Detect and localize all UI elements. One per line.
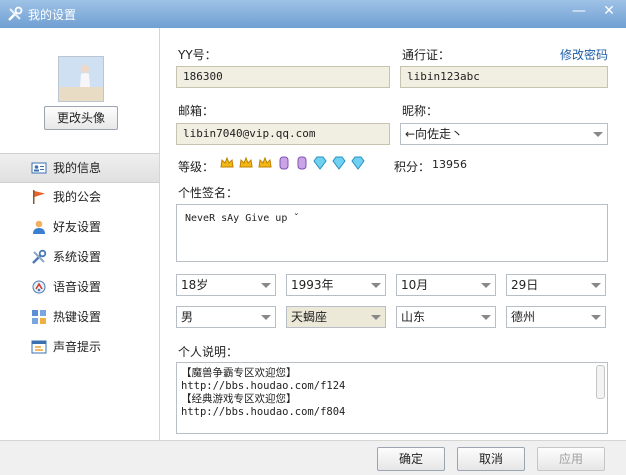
passport-field: libin123abc — [400, 66, 608, 88]
window-title: 我的设置 — [28, 8, 77, 22]
chevron-down-icon[interactable] — [481, 315, 491, 320]
chevron-down-icon[interactable] — [371, 283, 381, 288]
description-input[interactable]: 【魔兽争霸专区欢迎您】 http://bbs.houdao.com/f124 【… — [176, 362, 608, 434]
apply-button[interactable]: 应用 — [537, 447, 605, 471]
ok-button[interactable]: 确定 — [377, 447, 445, 471]
city-select[interactable]: 德州 — [506, 306, 606, 328]
sidebar-item-label: 系统设置 — [53, 250, 102, 264]
hotkey-icon — [32, 310, 46, 324]
province-value: 山东 — [401, 310, 426, 324]
diamond-icon — [332, 156, 346, 170]
sidebar-item-label: 热键设置 — [53, 310, 102, 324]
email-label: 邮箱： — [178, 104, 215, 118]
nickname-label: 昵称： — [402, 104, 439, 118]
birth-year-value: 1993年 — [291, 278, 334, 292]
birth-month-value: 10月 — [401, 278, 429, 292]
change-password-link[interactable]: 修改密码 — [560, 46, 608, 63]
settings-tools-icon — [8, 6, 23, 21]
crown-icon — [220, 156, 234, 168]
city-value: 德州 — [511, 310, 536, 324]
description-line: 【经典游戏专区欢迎您】 — [181, 393, 297, 405]
chevron-down-icon[interactable] — [591, 283, 601, 288]
avatar-image — [59, 57, 103, 101]
chevron-down-icon[interactable] — [593, 132, 603, 137]
passport-label: 通行证： — [402, 48, 451, 62]
signature-value: NeveR sAy Give up ˇ — [185, 213, 300, 224]
birth-day-value: 29日 — [511, 278, 539, 292]
description-text: 【魔兽争霸专区欢迎您】 http://bbs.houdao.com/f124 【… — [181, 367, 345, 419]
purple-gem-icon — [297, 156, 307, 170]
avatar — [58, 56, 104, 102]
description-label: 个人说明： — [178, 345, 239, 359]
description-line: http://bbs.houdao.com/f124 — [181, 380, 346, 392]
chevron-down-icon[interactable] — [591, 315, 601, 320]
age-value: 18岁 — [181, 278, 209, 292]
friend-icon — [33, 220, 45, 234]
diamond-icon — [351, 156, 365, 170]
sidebar-item-my-info[interactable]: 我的信息 — [0, 153, 159, 183]
voice-icon — [32, 280, 46, 294]
diamond-icon — [313, 156, 327, 170]
sidebar-item-my-guild[interactable]: 我的公会 — [0, 183, 159, 211]
sidebar-item-hotkey-settings[interactable]: 热键设置 — [0, 303, 159, 331]
flag-icon — [33, 190, 45, 204]
province-select[interactable]: 山东 — [396, 306, 496, 328]
birth-day-select[interactable]: 29日 — [506, 274, 606, 296]
gender-select[interactable]: 男 — [176, 306, 276, 328]
age-select[interactable]: 18岁 — [176, 274, 276, 296]
sidebar: 更改头像 我的信息 我的公会 好友设置 系统设置 语音设置 热键设置 声音提示 — [0, 28, 160, 440]
chevron-down-icon — [371, 315, 381, 320]
sidebar-item-voice-settings[interactable]: 语音设置 — [0, 273, 159, 301]
zodiac-select: 天蝎座 — [286, 306, 386, 328]
gender-value: 男 — [181, 310, 194, 324]
zodiac-value: 天蝎座 — [291, 310, 328, 324]
yy-number-label: YY号： — [178, 48, 217, 62]
sidebar-item-label: 我的公会 — [53, 190, 102, 204]
nickname-value: ←向佐走丶 — [405, 127, 464, 141]
birth-year-select[interactable]: 1993年 — [286, 274, 386, 296]
email-field: libin7040@vip.qq.com — [176, 123, 390, 145]
profile-card-icon — [31, 162, 47, 174]
sidebar-item-label: 语音设置 — [53, 280, 102, 294]
scrollbar-thumb[interactable] — [596, 365, 605, 399]
yy-number-field: 186300 — [176, 66, 390, 88]
level-label: 等级： — [178, 160, 215, 174]
crown-icon — [239, 156, 253, 168]
chevron-down-icon[interactable] — [261, 283, 271, 288]
sidebar-item-friend-settings[interactable]: 好友设置 — [0, 213, 159, 241]
tools-icon — [32, 249, 47, 264]
button-bar: 确定 取消 应用 — [0, 440, 626, 475]
nickname-input[interactable]: ←向佐走丶 — [400, 123, 608, 145]
birth-month-select[interactable]: 10月 — [396, 274, 496, 296]
sidebar-item-label: 我的信息 — [53, 161, 102, 175]
signature-label: 个性签名： — [178, 186, 239, 200]
close-button[interactable]: ✕ — [595, 0, 623, 22]
sidebar-item-sound-prompt[interactable]: 声音提示 — [0, 333, 159, 361]
crown-icon — [258, 156, 272, 168]
chevron-down-icon[interactable] — [481, 283, 491, 288]
chevron-down-icon[interactable] — [261, 315, 271, 320]
sidebar-item-label: 好友设置 — [53, 220, 102, 234]
sidebar-item-label: 声音提示 — [53, 340, 102, 354]
purple-gem-icon — [279, 156, 289, 170]
change-avatar-button[interactable]: 更改头像 — [44, 106, 118, 130]
minimize-button[interactable]: — — [565, 0, 593, 22]
points-label: 积分： — [394, 160, 431, 174]
title-bar: 我的设置 — ✕ — [0, 0, 626, 28]
points-value: 13956 — [432, 158, 467, 171]
cancel-button[interactable]: 取消 — [457, 447, 525, 471]
signature-input[interactable]: NeveR sAy Give up ˇ — [176, 204, 608, 262]
description-line: 【魔兽争霸专区欢迎您】 — [181, 367, 297, 379]
sidebar-item-system-settings[interactable]: 系统设置 — [0, 243, 159, 271]
description-line: http://bbs.houdao.com/f804 — [181, 406, 346, 418]
sound-prompt-icon — [31, 340, 47, 354]
